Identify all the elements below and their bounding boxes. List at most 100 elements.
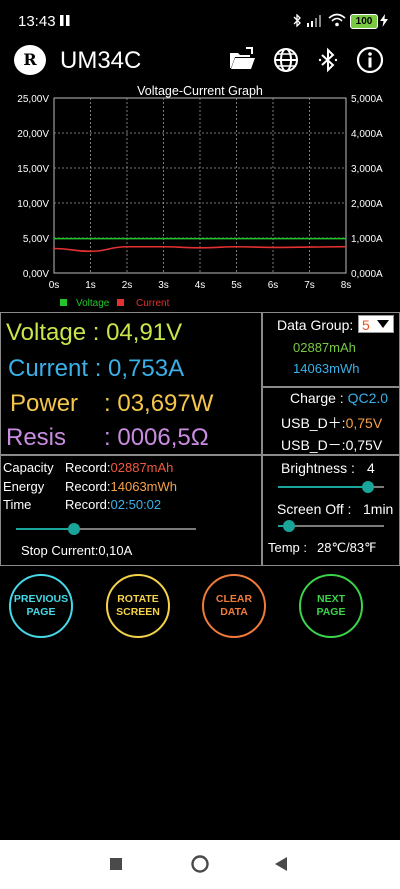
- next-page-label-2: PAGE: [316, 606, 346, 618]
- chart-title: Voltage-Current Graph: [137, 84, 263, 98]
- power-label: Power: [10, 390, 79, 417]
- next-page-label-1: NEXT: [316, 593, 345, 605]
- charge-label: Charge :: [290, 390, 348, 406]
- back-triangle-icon[interactable]: [275, 857, 287, 871]
- app-logo: R: [14, 45, 46, 75]
- open-folder-icon[interactable]: [228, 46, 256, 74]
- app-title: UM34C: [60, 47, 142, 74]
- y-left-tick-label: 25,00V: [17, 94, 49, 105]
- capacity-record-value: 02887mAh: [110, 460, 174, 475]
- y-left-tick-label: 15,00V: [17, 164, 49, 175]
- capacity-record-label: Record:: [65, 460, 111, 475]
- legend-current-label: Current: [136, 298, 170, 309]
- previous-page-label-2: PAGE: [26, 606, 56, 618]
- temp-row: Temp : 28℃/83℉: [268, 540, 377, 556]
- clear-data-button[interactable]: CLEAR DATA: [202, 574, 266, 638]
- group-mwh: 14063mWh: [293, 361, 360, 376]
- screen-off-label: Screen Off :: [277, 501, 352, 517]
- time-record-label: Record:: [65, 497, 111, 512]
- x-tick-label: 8s: [341, 280, 352, 291]
- resis-label: Resis: [6, 424, 67, 451]
- language-globe-icon[interactable]: [272, 46, 300, 74]
- chevron-down-icon: [377, 320, 389, 328]
- group-mah: 02887mAh: [293, 340, 356, 355]
- charge-mode: QC2.0: [347, 390, 389, 406]
- charging-bolt-icon: [380, 14, 388, 27]
- capacity-record: Record:02887mAh: [65, 460, 173, 475]
- voltage-value: 04,91V: [106, 319, 183, 346]
- dminus-row: USB_D－:0,75V: [281, 435, 382, 455]
- clock: 13:43: [18, 13, 56, 30]
- stop-current-slider-fill: [16, 528, 74, 530]
- rotate-screen-button[interactable]: ROTATE SCREEN: [106, 574, 170, 638]
- dminus-value: 0,75V: [345, 437, 383, 453]
- y-right-tick-label: 4,000A: [351, 129, 383, 140]
- y-right-tick-label: 0,000A: [351, 269, 383, 280]
- y-left-tick-label: 20,00V: [17, 129, 49, 140]
- clear-data-label-1: CLEAR: [215, 593, 253, 605]
- y-left-tick-label: 0,00V: [23, 269, 49, 280]
- resis-value-row: : 0006,5Ω: [104, 424, 209, 452]
- x-tick-label: 5s: [231, 280, 242, 291]
- dplus-value: 0,75V: [345, 415, 383, 431]
- y-right-tick-label: 3,000A: [351, 164, 383, 175]
- resis-value: 0006,5Ω: [117, 424, 209, 451]
- rotate-screen-label-1: ROTATE: [117, 593, 159, 605]
- clear-data-label-2: DATA: [220, 606, 248, 618]
- resis-separator: :: [104, 424, 118, 451]
- time-label: Time: [3, 497, 32, 512]
- info-icon[interactable]: [356, 46, 384, 74]
- brightness-value: 4: [367, 460, 375, 476]
- battery-indicator: 100: [350, 14, 378, 29]
- legend-current-swatch: [117, 299, 124, 306]
- home-circle-icon[interactable]: [191, 855, 209, 873]
- stop-current-value: 0,10A: [98, 543, 133, 558]
- legend-voltage-label: Voltage: [76, 298, 110, 309]
- screen-off-slider-thumb[interactable]: [283, 520, 295, 532]
- temp-label: Temp :: [268, 540, 308, 555]
- power-value: 03,697W: [117, 390, 214, 417]
- brightness-slider[interactable]: [278, 480, 384, 494]
- x-tick-label: 1s: [85, 280, 96, 291]
- energy-record-label: Record:: [65, 479, 111, 494]
- data-group-dropdown[interactable]: 5: [358, 315, 394, 333]
- time-record-value: 02:50:02: [110, 497, 162, 512]
- x-tick-label: 6s: [268, 280, 279, 291]
- y-left-tick-label: 5,00V: [23, 234, 49, 245]
- previous-page-button[interactable]: PREVIOUS PAGE: [9, 574, 73, 638]
- capacity-label: Capacity: [3, 460, 54, 475]
- stop-current-label: Stop Current:: [21, 543, 99, 558]
- brightness-label: Brightness :: [281, 460, 355, 476]
- previous-page-label-1: PREVIOUS: [13, 593, 69, 605]
- stop-current-slider-thumb[interactable]: [68, 523, 80, 535]
- data-group-selected: 5: [362, 317, 370, 333]
- charge-row: Charge : QC2.0: [290, 390, 388, 406]
- voltage-reading: Voltage : 04,91V: [6, 319, 182, 347]
- stop-current-slider[interactable]: [16, 522, 196, 536]
- energy-record: Record:14063mWh: [65, 479, 177, 494]
- voltage-label: Voltage :: [6, 319, 107, 346]
- y-right-tick-label: 2,000A: [351, 199, 383, 210]
- x-tick-label: 2s: [122, 280, 133, 291]
- y-right-tick-label: 1,000A: [351, 234, 383, 245]
- power-value-row: : 03,697W: [104, 390, 213, 418]
- x-tick-label: 4s: [195, 280, 206, 291]
- data-group-label: Data Group:: [277, 317, 354, 333]
- dplus-label: USB_D＋:: [281, 415, 346, 431]
- energy-label: Energy: [3, 479, 45, 494]
- x-tick-label: 3s: [158, 280, 169, 291]
- y-right-tick-label: 5,000A: [351, 94, 383, 105]
- dplus-row: USB_D＋:0,75V: [281, 413, 382, 433]
- bluetooth-icon[interactable]: [314, 46, 342, 74]
- current-value: 0,753A: [108, 355, 185, 382]
- stop-current-row: Stop Current:0,10A: [21, 543, 132, 558]
- x-tick-label: 7s: [304, 280, 315, 291]
- wifi-icon: [328, 13, 346, 27]
- screen-off-slider[interactable]: [278, 519, 384, 533]
- brightness-slider-thumb[interactable]: [362, 481, 374, 493]
- rotate-screen-label-2: SCREEN: [116, 606, 160, 618]
- dminus-label: USB_D－:: [281, 437, 346, 453]
- pause-icon: [60, 15, 70, 26]
- next-page-button[interactable]: NEXT PAGE: [299, 574, 363, 638]
- recents-square-icon[interactable]: [110, 858, 122, 870]
